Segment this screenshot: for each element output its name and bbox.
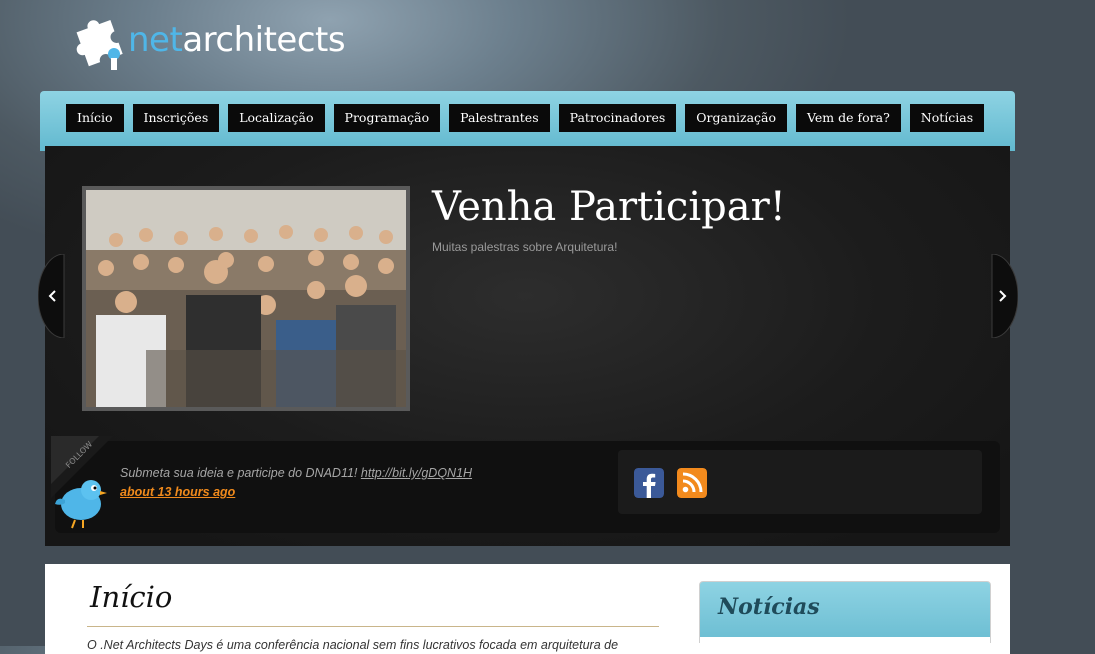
logo-prefix: net [128,20,183,60]
nav-item-inicio[interactable]: Início [66,104,124,132]
nav-item-palestrantes[interactable]: Palestrantes [449,104,550,132]
logo-suffix: architects [182,20,346,60]
puzzle-logo-icon [76,20,123,70]
title-divider [87,626,659,627]
nav-item-patrocinadores[interactable]: Patrocinadores [558,104,677,132]
logo[interactable]: netarchitects [70,6,360,70]
tweet-text: Submeta sua ideia e participe do DNAD11!… [120,466,472,480]
nav-item-vem-de-fora[interactable]: Vem de fora? [796,104,901,132]
main-nav: Início Inscrições Localização Programaçã… [40,91,1015,151]
nav-items: Início Inscrições Localização Programaçã… [66,104,985,132]
slide-image-frame[interactable] [82,186,410,411]
audience-photo [86,190,406,407]
next-slide-arrow-icon[interactable] [966,254,1018,338]
intro-text: O .Net Architects Days é uma conferência… [87,638,619,652]
nav-item-inscricoes[interactable]: Inscrições [132,104,220,132]
slide-title: Venha Participar! [432,184,786,230]
page-title: Início [90,580,173,614]
rss-icon[interactable] [677,468,707,498]
social-icons-box [618,450,982,514]
facebook-icon[interactable] [634,468,664,498]
nav-item-noticias[interactable]: Notícias [909,104,985,132]
nav-item-organizacao[interactable]: Organização [685,104,788,132]
prev-slide-arrow-icon[interactable] [38,254,90,338]
main-content: Início O .Net Architects Days é uma conf… [45,564,1010,654]
tweet-link[interactable]: http://bit.ly/gDQN1H [361,466,472,480]
nav-item-programacao[interactable]: Programação [333,104,441,132]
news-widget: Notícias [699,581,991,647]
news-widget-title: Notícias [718,594,820,620]
slide-subtitle: Muitas palestras sobre Arquitetura! [432,240,618,254]
tweet-body: Submeta sua ideia e participe do DNAD11! [120,466,361,480]
nav-item-localizacao[interactable]: Localização [228,104,325,132]
twitter-bird-icon[interactable]: FOLLOW [51,436,113,534]
logo-text: netarchitects [128,20,346,60]
tweet-time-link[interactable]: about 13 hours ago [120,485,235,499]
